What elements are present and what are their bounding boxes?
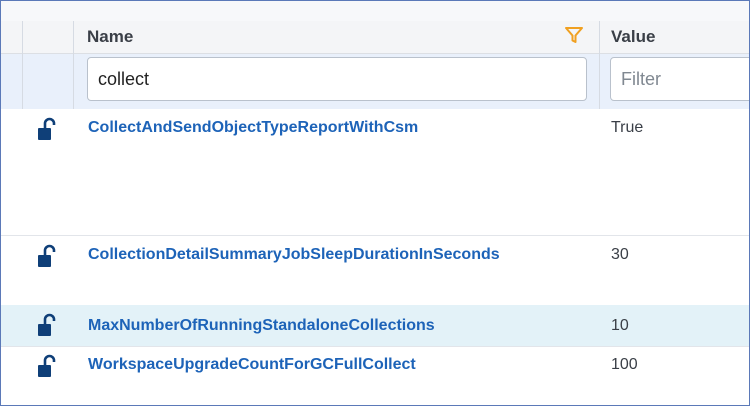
- column-divider[interactable]: [599, 21, 600, 109]
- grid-top-strip: [1, 1, 749, 21]
- name-column-header[interactable]: Name: [87, 27, 133, 47]
- unlocked-padlock-icon[interactable]: [37, 354, 59, 378]
- setting-name-link[interactable]: WorkspaceUpgradeCountForGCFullCollect: [88, 356, 416, 374]
- settings-grid: Name Value CollectAndSendObjectTypeRepor…: [0, 0, 750, 406]
- funnel-icon[interactable]: [564, 25, 584, 45]
- setting-value: True: [611, 119, 644, 136]
- setting-value: 100: [611, 356, 638, 373]
- setting-name-link[interactable]: MaxNumberOfRunningStandaloneCollections: [88, 317, 435, 335]
- column-divider[interactable]: [22, 21, 23, 109]
- setting-name-link[interactable]: CollectAndSendObjectTypeReportWithCsm: [88, 119, 418, 137]
- setting-name-link[interactable]: CollectionDetailSummaryJobSleepDurationI…: [88, 246, 500, 264]
- value-column-header[interactable]: Value: [611, 27, 655, 47]
- unlocked-padlock-icon[interactable]: [37, 244, 59, 268]
- setting-value: 10: [611, 317, 629, 334]
- value-filter-input[interactable]: [610, 57, 749, 101]
- setting-value: 30: [611, 246, 629, 263]
- unlocked-padlock-icon[interactable]: [37, 117, 59, 141]
- name-filter-input[interactable]: [87, 57, 587, 101]
- unlocked-padlock-icon[interactable]: [37, 313, 59, 337]
- column-divider[interactable]: [73, 21, 74, 109]
